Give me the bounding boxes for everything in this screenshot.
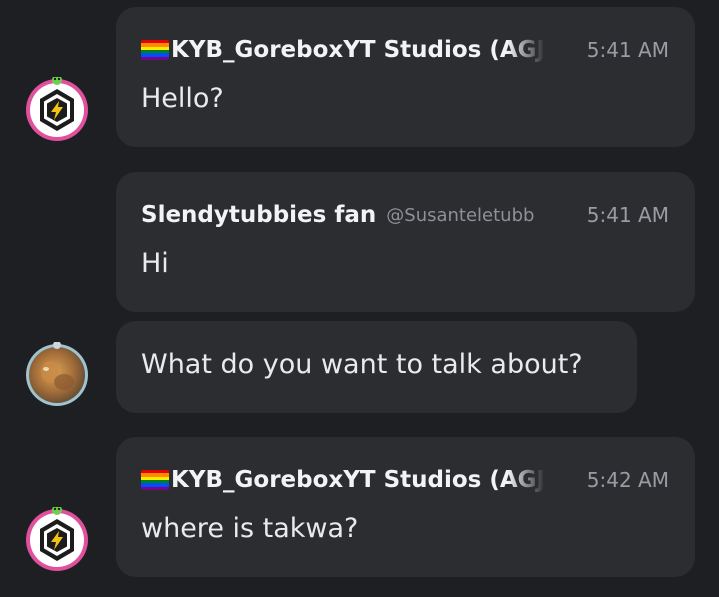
author-name[interactable]: KYB_GoreboxYT Studios (AGJ: [171, 467, 545, 493]
message-header: KYB_GoreboxYT Studios (AGJ 5:41 AM: [141, 35, 669, 65]
message-text: Hi: [141, 248, 169, 279]
timestamp: 5:42 AM: [586, 468, 669, 492]
blurry-character-avatar[interactable]: [24, 342, 90, 408]
author-name[interactable]: KYB_GoreboxYT Studios (AGJ: [171, 37, 545, 63]
message-header: KYB_GoreboxYT Studios (AGJ 5:42 AM: [141, 465, 669, 495]
message-text: where is takwa?: [141, 513, 359, 544]
timestamp: 5:41 AM: [586, 203, 669, 227]
author-name[interactable]: Slendytubbies fan: [141, 202, 376, 228]
bolt-shield-avatar[interactable]: [24, 77, 90, 143]
message-bubble[interactable]: Slendytubbies fan @Susanteletubb 5:41 AM…: [116, 172, 695, 312]
bolt-shield-avatar[interactable]: [24, 507, 90, 573]
message-bubble[interactable]: KYB_GoreboxYT Studios (AGJ 5:42 AM where…: [116, 437, 695, 577]
message-bubble[interactable]: What do you want to talk about?: [116, 321, 637, 413]
message-text: Hello?: [141, 83, 224, 114]
message-text: What do you want to talk about?: [141, 349, 583, 380]
timestamp: 5:41 AM: [586, 38, 669, 62]
message-header: Slendytubbies fan @Susanteletubb 5:41 AM: [141, 200, 669, 230]
message-bubble[interactable]: KYB_GoreboxYT Studios (AGJ 5:41 AM Hello…: [116, 7, 695, 147]
author-handle[interactable]: @Susanteletubb: [386, 205, 573, 226]
rainbow-flag-icon: [141, 40, 169, 60]
rainbow-flag-icon: [141, 470, 169, 490]
